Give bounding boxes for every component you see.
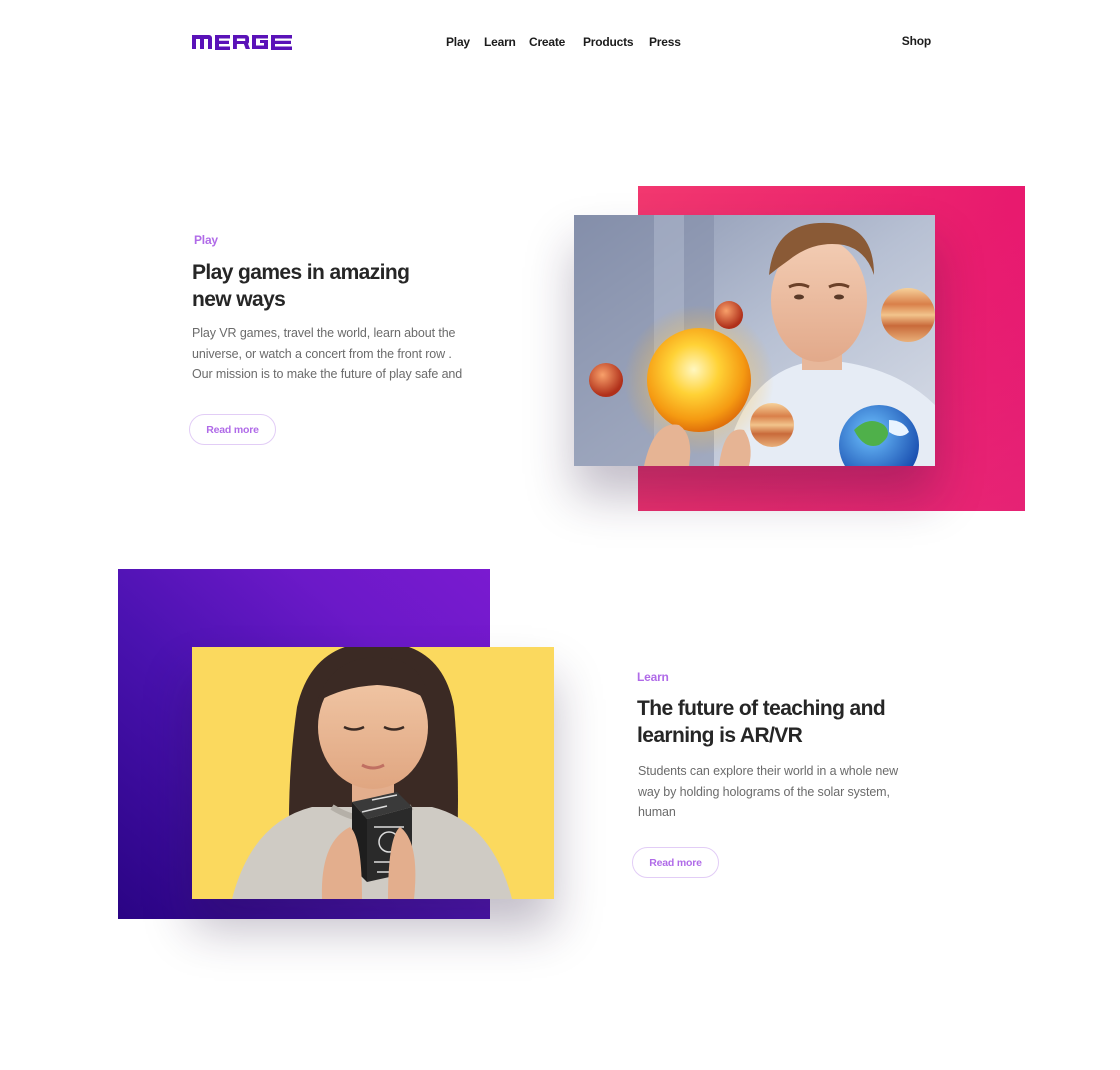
learn-section-description: Students can explore their world in a wh… [638,761,928,823]
body-line: way by holding holograms of the solar sy… [638,784,890,799]
title-line: learning is AR/VR [637,724,803,747]
body-line: Our mission is to make the future of pla… [192,367,463,381]
play-section-eyebrow: Play [194,233,218,247]
title-line: The future of teaching and [637,697,886,720]
merge-logo[interactable] [192,33,292,50]
nav-item-learn[interactable]: Learn [484,35,516,49]
play-section-description: Play VR games, travel the world, learn a… [192,323,492,385]
learn-section-title: The future of teaching and learning is A… [637,695,937,749]
boy-with-planets-image [574,215,935,466]
learn-read-more-button[interactable]: Read more [632,847,719,878]
title-line: Play games in amazing [192,261,410,284]
play-section-title: Play games in amazing new ways [192,259,492,313]
nav-item-shop[interactable]: Shop [902,34,931,48]
body-line: universe, or watch a concert from the fr… [192,346,452,361]
nav-item-play[interactable]: Play [446,35,470,49]
nav-item-products[interactable]: Products [583,35,634,49]
play-read-more-button[interactable]: Read more [189,414,276,445]
body-line: Play VR games, travel the world, learn a… [192,326,456,340]
learn-section-eyebrow: Learn [637,670,669,684]
nav-item-create[interactable]: Create [529,35,565,49]
body-line: human [638,805,676,819]
body-line: Students can explore their world in a wh… [638,764,899,778]
title-line: new ways [192,288,286,311]
nav-item-press[interactable]: Press [649,35,681,49]
girl-holding-cube-image [192,647,554,899]
